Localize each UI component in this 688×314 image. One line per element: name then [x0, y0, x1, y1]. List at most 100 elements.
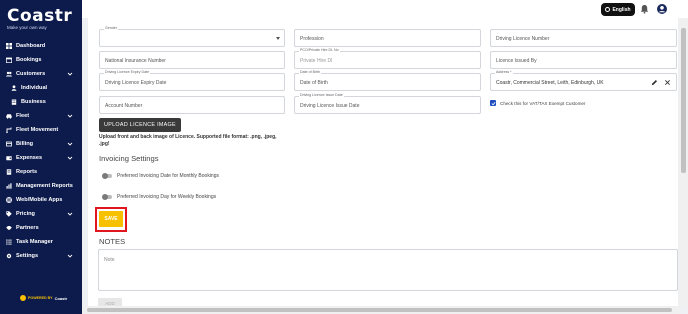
pco-label: PCO/Private Hire DL No — [299, 48, 340, 52]
sidebar-nav: Dashboard Bookings Customers Individual Busi… — [0, 39, 82, 263]
save-button[interactable]: SAVE — [99, 211, 123, 227]
chevron-down-icon — [67, 156, 73, 160]
topbar — [82, 0, 688, 18]
sidebar-item-fleet-movement[interactable]: Fleet Movement — [0, 123, 82, 137]
sidebar-item-label: Individual — [21, 85, 48, 91]
chevron-down-icon — [67, 254, 73, 258]
close-icon[interactable] — [664, 79, 671, 86]
wallet-icon — [5, 155, 12, 162]
tasks-icon — [5, 239, 12, 246]
profession-placeholder: Profession — [300, 36, 324, 42]
vertical-scrollbar-thumb[interactable] — [681, 28, 686, 173]
sidebar-item-billing[interactable]: Billing — [0, 137, 82, 151]
sidebar-item-dashboard[interactable]: Dashboard — [0, 39, 82, 53]
note-placeholder: Note — [104, 257, 115, 263]
sidebar-item-web-mobile-apps[interactable]: Web/Mobile Apps — [0, 193, 82, 207]
language-label: English — [612, 6, 631, 13]
dl-expiry-date-field[interactable]: Driving Licence Expiry Date Driving Lice… — [99, 70, 285, 91]
dob-field[interactable]: Date of Birth Date of Birth — [294, 70, 481, 91]
brand-logo[interactable]: Coastr Make your own way — [7, 6, 73, 30]
note-textarea[interactable]: Note — [98, 249, 678, 291]
sidebar-item-business[interactable]: Business — [0, 95, 82, 109]
account-number-field[interactable]: Account Number — [99, 96, 285, 114]
dl-issue-date-field[interactable]: Driving Licence Issue Date Driving Licen… — [294, 93, 481, 114]
pco-field[interactable]: PCO/Private Hire DL No Private Hire Dl — [294, 48, 481, 69]
dl-issue-placeholder: Driving Licence Issue Date — [300, 103, 360, 109]
sidebar-item-reports[interactable]: Reports — [0, 165, 82, 179]
sidebar-item-settings[interactable]: Settings — [0, 249, 82, 263]
address-field[interactable]: Address * Coastr, Commercial Street, Lei… — [490, 70, 677, 91]
pco-placeholder: Private Hire Dl — [300, 58, 333, 64]
chevron-down-icon — [67, 212, 73, 216]
powered-logo-icon — [20, 295, 26, 301]
logo-text: Coastr — [7, 6, 73, 26]
horizontal-scrollbar[interactable] — [82, 306, 679, 314]
horizontal-scrollbar-thumb[interactable] — [87, 308, 672, 312]
language-button[interactable]: English — [601, 3, 635, 16]
app-root: Coastr Make your own way Dashboard Bookin… — [0, 0, 688, 314]
chevron-down-icon — [67, 142, 73, 146]
weekly-invoicing-toggle[interactable] — [102, 193, 112, 200]
checkmark-icon — [491, 101, 495, 105]
monthly-invoicing-toggle-row[interactable]: Preferred Invoicing Date for Monthly Boo… — [102, 172, 219, 179]
sidebar-item-label: Partners — [16, 225, 39, 231]
sidebar-item-fleet[interactable]: Fleet — [0, 109, 82, 123]
sidebar-item-label: Dashboard — [16, 43, 46, 49]
driving-licence-number-field[interactable]: Driving Licence Number — [490, 29, 677, 47]
vertical-scrollbar[interactable] — [679, 18, 688, 306]
sidebar-item-pricing[interactable]: Pricing — [0, 207, 82, 221]
chevron-down-icon — [67, 72, 73, 76]
dob-label: Date of Birth — [299, 70, 321, 74]
handshake-icon — [5, 225, 12, 232]
driving-licence-number-placeholder: Driving Licence Number — [496, 36, 550, 42]
car-icon — [5, 113, 12, 120]
weekly-invoicing-toggle-row[interactable]: Preferred Invoicing Day for Weekly Booki… — [102, 193, 216, 200]
account-number-placeholder: Account Number — [105, 103, 143, 109]
powered-label: POWERED BY — [28, 296, 53, 300]
licence-issued-by-placeholder: Licence Issued By — [496, 58, 537, 64]
sidebar-item-customers[interactable]: Customers — [0, 67, 82, 81]
sidebar-item-label: Business — [21, 99, 46, 105]
sidebar-item-label: Customers — [16, 71, 46, 77]
sidebar-item-label: Bookings — [16, 57, 42, 63]
building-icon — [10, 99, 17, 106]
address-value: Coastr, Commercial Street, Leith, Edinbu… — [496, 80, 604, 86]
globe-icon — [605, 7, 611, 12]
dl-issue-label: Driving Licence Issue Date — [299, 93, 344, 97]
vat-exempt-checkbox[interactable] — [490, 100, 496, 106]
dl-expiry-label: Driving Licence Expiry Date — [104, 70, 151, 74]
sidebar-item-label: Pricing — [16, 211, 35, 217]
sidebar-item-label: Web/Mobile Apps — [16, 197, 63, 203]
sidebar-item-bookings[interactable]: Bookings — [0, 53, 82, 67]
monthly-invoicing-toggle[interactable] — [102, 172, 112, 179]
licence-issued-by-field[interactable]: Licence Issued By — [490, 51, 677, 69]
sidebar-item-label: Fleet — [16, 113, 30, 119]
chevron-down-icon — [67, 114, 73, 118]
sidebar-item-label: Reports — [16, 169, 38, 175]
upload-note: Upload front and back image of Licence. … — [99, 134, 277, 147]
sidebar-item-management-reports[interactable]: Management Reports — [0, 179, 82, 193]
globe-icon — [5, 197, 12, 204]
sidebar-item-partners[interactable]: Partners — [0, 221, 82, 235]
sidebar-item-label: Expenses — [16, 155, 43, 161]
report-icon — [5, 169, 12, 176]
sidebar-item-expenses[interactable]: Expenses — [0, 151, 82, 165]
monthly-invoicing-label: Preferred Invoicing Date for Monthly Boo… — [117, 173, 219, 179]
upload-licence-image-button[interactable]: UPLOAD LICENCE IMAGE — [99, 118, 181, 132]
pencil-icon[interactable] — [651, 79, 658, 86]
sidebar-item-task-manager[interactable]: Task Manager — [0, 235, 82, 249]
sidebar-item-individual[interactable]: Individual — [0, 81, 82, 95]
gender-select[interactable]: Gender — [99, 26, 285, 47]
sidebar-item-label: Management Reports — [16, 183, 73, 189]
national-insurance-field[interactable]: National Insurance Number — [99, 51, 285, 69]
chevron-down-icon — [276, 37, 280, 40]
national-insurance-placeholder: National Insurance Number — [105, 58, 166, 64]
tag-icon — [5, 211, 12, 218]
bell-icon[interactable] — [640, 4, 649, 14]
route-icon — [5, 127, 12, 134]
profession-field[interactable]: Profession — [294, 29, 481, 47]
notes-title: NOTES — [99, 237, 126, 246]
address-label: Address * — [495, 70, 513, 74]
vat-exempt-checkbox-row[interactable]: Check this for VAT/TAX Exempt Customer — [490, 100, 586, 106]
user-icon[interactable] — [657, 4, 667, 14]
